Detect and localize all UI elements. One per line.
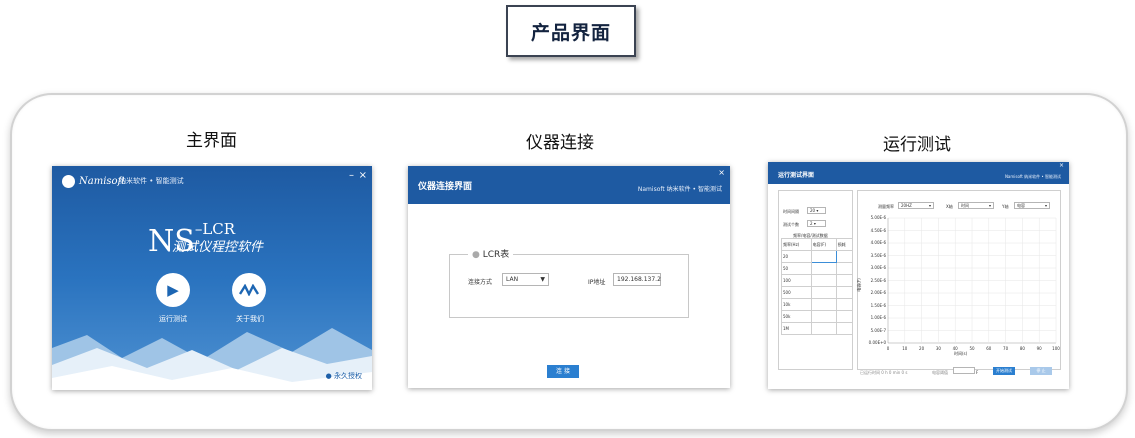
lcr-group: ● LCR表 连接方式 LAN ▼ IP地址 192.168.137.2	[449, 247, 689, 318]
play-icon: ▶	[167, 281, 179, 299]
loss-cell[interactable]	[835, 286, 854, 299]
mountain-decoration	[52, 328, 372, 390]
loss-cell[interactable]	[835, 310, 854, 323]
caption-connection: 仪器连接	[526, 133, 594, 153]
table-row[interactable]: 50	[781, 262, 854, 275]
col-header: 电容(F)	[810, 238, 837, 251]
about-us-button[interactable]	[232, 273, 266, 307]
license-label: 永久授权	[334, 372, 362, 380]
table-header-row: 频率(Hz) 电容(F) 损耗	[781, 238, 854, 251]
data-table: 频率(Hz) 电容(F) 损耗 20 50 100 500 10k 50k 1M	[781, 238, 854, 335]
interval-label: 时间间隔	[783, 209, 799, 214]
info-icon: ●	[325, 372, 332, 380]
capacitance-cell[interactable]	[810, 250, 837, 263]
capacitance-cell[interactable]	[810, 262, 837, 275]
chart-panel: 测量频率 20HZ ▾ X轴 时间 ▾ Y轴 电容 ▾ 5.00E-6 4.50E-6 4…	[857, 190, 1061, 370]
method-select[interactable]: LAN ▼	[502, 273, 549, 286]
table-row[interactable]: 50k	[781, 310, 854, 323]
close-button[interactable]: ×	[718, 168, 725, 177]
caption-run: 运行测试	[883, 135, 951, 155]
stop-button[interactable]: 停 止	[1030, 367, 1052, 375]
window-title: 运行测试界面	[778, 172, 815, 179]
table-row[interactable]: 100	[781, 274, 854, 287]
freq-cell: 50	[781, 262, 812, 275]
loss-cell[interactable]	[835, 322, 854, 335]
capacitance-cell[interactable]	[810, 310, 837, 323]
close-button[interactable]: ×	[1059, 162, 1064, 169]
chevron-down-icon: ▼	[540, 276, 545, 283]
interval-value: 20	[810, 208, 816, 213]
settings-panel: 时间间隔 20 ▾ 测试个数 2 ▾ 频率/电容/测试数据 频率(Hz) 电容(…	[778, 190, 854, 370]
capacitance-cell[interactable]	[810, 274, 837, 287]
close-button[interactable]: ×	[359, 170, 367, 181]
loss-cell[interactable]	[835, 250, 854, 263]
capacitance-cell[interactable]	[810, 298, 837, 311]
freq-cell: 20	[781, 250, 812, 263]
connect-button[interactable]: 连 接	[547, 365, 579, 378]
freq-cell: 100	[781, 274, 812, 287]
limit-unit: F	[976, 370, 979, 375]
freq-cell: 500	[781, 286, 812, 299]
app-logo: Namisoft	[62, 175, 125, 188]
bullet-icon: ●	[472, 250, 480, 260]
namisoft-logo-icon	[239, 284, 259, 296]
main-screen: Namisoft 纳米软件 • 智能测试 – × NS–LCR 测试仪程控软件 …	[52, 166, 372, 390]
loss-cell[interactable]	[835, 274, 854, 287]
freq-cell: 1M	[781, 322, 812, 335]
run-test-button[interactable]: ▶	[156, 273, 190, 307]
title-bar: 运行测试界面 Namisoft 纳米软件 • 智能测试 ×	[768, 162, 1069, 184]
table-row[interactable]: 10k	[781, 298, 854, 311]
minimize-button[interactable]: –	[349, 170, 354, 181]
capacitance-cell[interactable]	[810, 322, 837, 335]
table-row[interactable]: 20	[781, 250, 854, 263]
group-label-text: LCR表	[482, 250, 510, 260]
freq-cell: 10k	[781, 298, 812, 311]
namisoft-logo-icon	[62, 175, 75, 188]
license-status: ● 永久授权	[326, 371, 362, 381]
table-row[interactable]: 500	[781, 286, 854, 299]
freq-cell: 50k	[781, 310, 812, 323]
ip-label: IP地址	[588, 279, 606, 286]
count-value: 2	[810, 221, 813, 226]
count-select[interactable]: 2 ▾	[807, 220, 826, 227]
col-header: 损耗	[835, 238, 854, 251]
limit-label: 电容阈值	[932, 370, 948, 375]
limit-input[interactable]	[953, 367, 975, 374]
interval-select[interactable]: 20 ▾	[807, 207, 826, 214]
method-value: LAN	[506, 276, 519, 283]
product-interfaces-slide: 产品界面 主界面 仪器连接 运行测试 Namisoft 纳米软件 • 智能测试 …	[0, 0, 1135, 438]
brand-text: Namisoft 纳米软件 • 智能测试	[1004, 174, 1061, 179]
page-title: 产品界面	[506, 5, 636, 57]
title-bar: 仪器连接界面 Namisoft 纳米软件 • 智能测试 ×	[408, 166, 730, 204]
table-row[interactable]: 1M	[781, 322, 854, 335]
loss-cell[interactable]	[835, 298, 854, 311]
elapsed-time: 已运行时间 0 h 0 min 0 s	[860, 370, 908, 375]
brand-text: Namisoft 纳米软件 • 智能测试	[637, 186, 722, 193]
loss-cell[interactable]	[835, 262, 854, 275]
start-test-button[interactable]: 开始测试	[993, 367, 1015, 375]
run-test-screen: 运行测试界面 Namisoft 纳米软件 • 智能测试 × 时间间隔 20 ▾ …	[768, 162, 1069, 389]
capacitance-cell[interactable]	[810, 286, 837, 299]
group-label: ● LCR表	[468, 247, 514, 260]
plot-area	[887, 217, 1057, 344]
connection-screen: 仪器连接界面 Namisoft 纳米软件 • 智能测试 × ● LCR表 连接方…	[408, 166, 730, 388]
product-subtitle: 测试仪程控软件	[172, 240, 264, 255]
method-label: 连接方式	[468, 279, 493, 286]
col-header: 频率(Hz)	[781, 238, 812, 251]
count-label: 测试个数	[783, 222, 799, 227]
tagline: 纳米软件 • 智能测试	[119, 177, 184, 185]
window-title: 仪器连接界面	[418, 182, 473, 192]
ip-input[interactable]: 192.168.137.2	[613, 273, 661, 286]
caption-main: 主界面	[186, 131, 237, 151]
